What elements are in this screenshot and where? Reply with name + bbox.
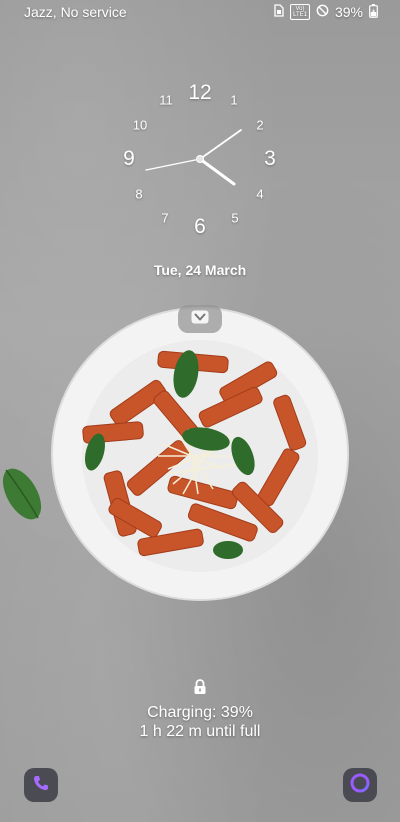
volte-icon: Vo) LTE1: [290, 4, 310, 20]
chevron-down-icon: [191, 310, 209, 329]
carrier-label: Jazz, No service: [24, 4, 127, 20]
bixby-shortcut-button[interactable]: [343, 768, 377, 802]
unlock-handle[interactable]: [178, 305, 222, 333]
battery-icon: [369, 3, 378, 21]
lock-icon: [193, 679, 207, 695]
clock-second-hand: [145, 158, 201, 171]
status-bar: Jazz, No service Vo) LTE1 39%: [0, 0, 400, 24]
battery-percent: 39%: [334, 4, 363, 20]
charging-time-remaining: 1 h 22 m until full: [139, 723, 261, 740]
phone-icon: [32, 774, 50, 797]
lockscreen-date: Tue, 24 March: [153, 262, 247, 278]
sim-icon: [274, 4, 284, 20]
clock-center-dot: [196, 155, 204, 163]
basil-leaf-decoration: [2, 468, 42, 520]
bixby-icon: [349, 772, 371, 799]
clock-minute-hand: [199, 129, 242, 160]
wallpaper-pasta-plate: [51, 307, 349, 601]
charging-status: Charging: 39%: [147, 704, 253, 721]
charging-info: Charging: 39% 1 h 22 m until full: [0, 703, 400, 741]
status-icons: Vo) LTE1 39%: [274, 3, 378, 21]
phone-shortcut-button[interactable]: [24, 768, 58, 802]
analog-clock: 12 1 2 3 4 5 6 7 8 9 10 11: [110, 72, 290, 252]
clock-hour-hand: [198, 157, 236, 186]
do-not-disturb-icon: [316, 4, 329, 20]
